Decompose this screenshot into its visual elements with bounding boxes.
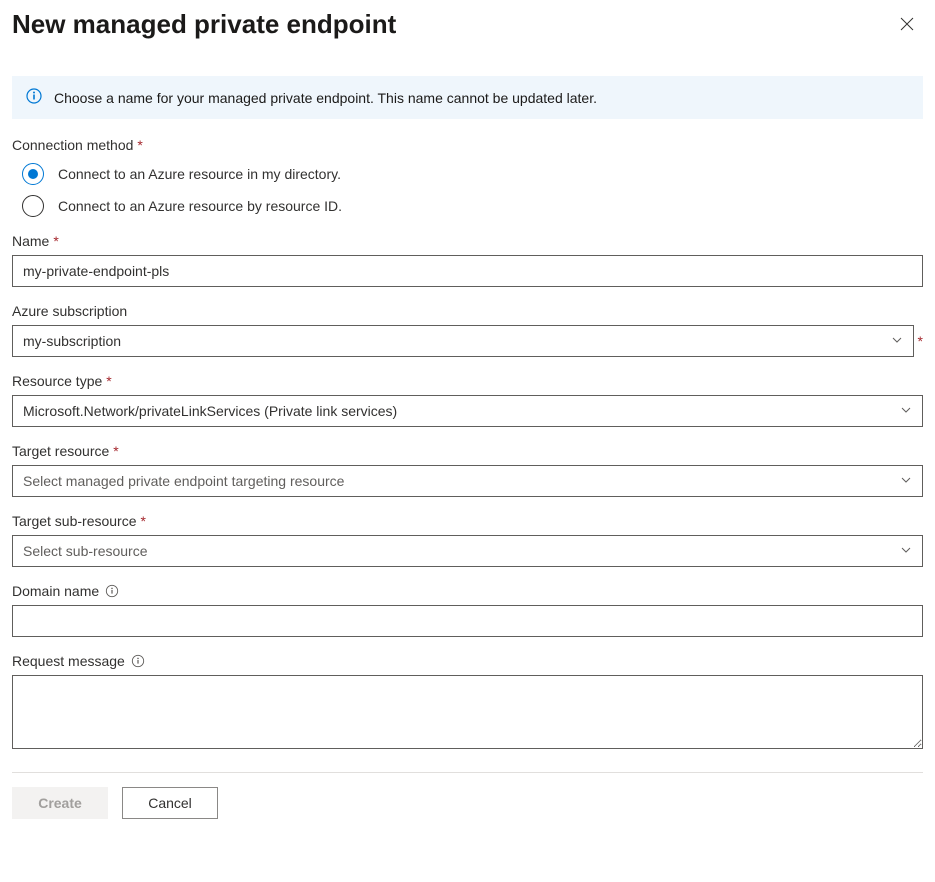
domain-name-input[interactable] [12, 605, 923, 637]
domain-name-label: Domain name [12, 583, 923, 599]
resource-type-label-text: Resource type [12, 373, 102, 389]
close-button[interactable] [891, 8, 923, 40]
connection-method-group: Connection method * Connect to an Azure … [12, 137, 923, 217]
subscription-group: Azure subscription my-subscription * [12, 303, 923, 357]
target-subresource-placeholder: Select sub-resource [23, 543, 148, 559]
chevron-down-icon [900, 403, 912, 419]
target-resource-placeholder: Select managed private endpoint targetin… [23, 473, 344, 489]
required-marker: * [137, 137, 142, 153]
chevron-down-icon [891, 333, 903, 349]
panel-footer: Create Cancel [12, 772, 923, 819]
panel-title: New managed private endpoint [12, 9, 396, 40]
target-subresource-dropdown[interactable]: Select sub-resource [12, 535, 923, 567]
info-text: Choose a name for your managed private e… [54, 90, 597, 106]
request-message-label-text: Request message [12, 653, 125, 669]
connection-method-label-text: Connection method [12, 137, 133, 153]
subscription-label: Azure subscription [12, 303, 923, 319]
target-resource-group: Target resource * Select managed private… [12, 443, 923, 497]
radio-connect-resource-id-label: Connect to an Azure resource by resource… [58, 198, 342, 214]
name-group: Name * [12, 233, 923, 287]
radio-indicator-selected [22, 163, 44, 185]
request-message-group: Request message [12, 653, 923, 752]
close-icon [900, 17, 914, 31]
panel-header: New managed private endpoint [12, 4, 923, 54]
chevron-down-icon [900, 473, 912, 489]
required-marker: * [106, 373, 111, 389]
name-label: Name * [12, 233, 923, 249]
subscription-label-text: Azure subscription [12, 303, 127, 319]
domain-name-group: Domain name [12, 583, 923, 637]
target-resource-dropdown[interactable]: Select managed private endpoint targetin… [12, 465, 923, 497]
target-subresource-label-text: Target sub-resource [12, 513, 137, 529]
subscription-dropdown[interactable]: my-subscription [12, 325, 914, 357]
required-marker: * [113, 443, 118, 459]
domain-name-label-text: Domain name [12, 583, 99, 599]
target-subresource-label: Target sub-resource * [12, 513, 923, 529]
resource-type-dropdown[interactable]: Microsoft.Network/privateLinkServices (P… [12, 395, 923, 427]
connection-method-label: Connection method * [12, 137, 923, 153]
request-message-textarea[interactable] [12, 675, 923, 749]
cancel-button[interactable]: Cancel [122, 787, 218, 819]
required-marker: * [918, 333, 923, 349]
resource-type-group: Resource type * Microsoft.Network/privat… [12, 373, 923, 427]
radio-connect-resource-id[interactable]: Connect to an Azure resource by resource… [12, 195, 923, 217]
radio-connect-directory-label: Connect to an Azure resource in my direc… [58, 166, 341, 182]
target-resource-label-text: Target resource [12, 443, 109, 459]
required-marker: * [141, 513, 146, 529]
radio-connect-directory[interactable]: Connect to an Azure resource in my direc… [12, 163, 923, 185]
info-icon[interactable] [131, 654, 145, 668]
required-marker: * [53, 233, 58, 249]
target-resource-label: Target resource * [12, 443, 923, 459]
request-message-label: Request message [12, 653, 923, 669]
subscription-value: my-subscription [23, 333, 121, 349]
target-subresource-group: Target sub-resource * Select sub-resourc… [12, 513, 923, 567]
radio-indicator [22, 195, 44, 217]
chevron-down-icon [900, 543, 912, 559]
resource-type-label: Resource type * [12, 373, 923, 389]
name-label-text: Name [12, 233, 49, 249]
resource-type-value: Microsoft.Network/privateLinkServices (P… [23, 403, 397, 419]
panel-new-managed-private-endpoint: New managed private endpoint Choose a na… [0, 0, 935, 831]
name-input[interactable] [12, 255, 923, 287]
create-button[interactable]: Create [12, 787, 108, 819]
info-banner: Choose a name for your managed private e… [12, 76, 923, 119]
info-icon[interactable] [105, 584, 119, 598]
info-icon [26, 88, 42, 107]
